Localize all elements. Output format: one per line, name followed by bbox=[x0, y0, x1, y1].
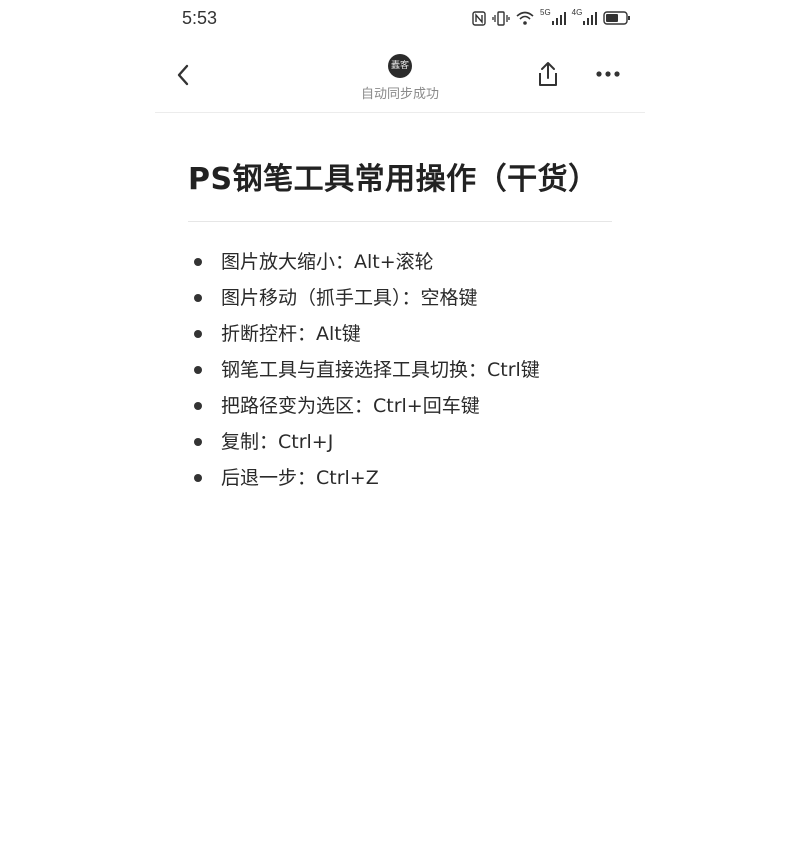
list-item[interactable]: 图片移动（抓手工具）：空格键 bbox=[188, 280, 628, 316]
list-item[interactable]: 把路径变为选区：Ctrl+回车键 bbox=[188, 388, 628, 424]
bullet-icon bbox=[194, 474, 202, 482]
note-bullet-list: 图片放大缩小：Alt+滚轮 图片移动（抓手工具）：空格键 折断控杆：Alt键 钢… bbox=[188, 244, 628, 496]
status-time: 5:53 bbox=[182, 8, 218, 28]
more-button[interactable] bbox=[594, 62, 622, 86]
list-item-text: 后退一步：Ctrl+Z bbox=[221, 467, 379, 489]
list-item-text: 复制：Ctrl+J bbox=[221, 431, 334, 453]
status-icons: 5G 4G bbox=[472, 7, 631, 27]
avatar: 蠹客 bbox=[388, 54, 412, 78]
network-type-1: 5G bbox=[540, 7, 551, 17]
more-icon bbox=[596, 71, 620, 77]
share-button[interactable] bbox=[534, 58, 562, 90]
sync-status: 自动同步成功 bbox=[360, 87, 439, 102]
list-item[interactable]: 复制：Ctrl+J bbox=[188, 424, 628, 460]
list-item-text: 钢笔工具与直接选择工具切换：Ctrl键 bbox=[221, 359, 540, 381]
bullet-icon bbox=[194, 402, 202, 410]
list-item-text: 图片移动（抓手工具）：空格键 bbox=[221, 287, 478, 309]
list-item[interactable]: 折断控杆：Alt键 bbox=[188, 316, 628, 352]
network-type-2: 4G bbox=[571, 7, 583, 17]
chevron-left-icon bbox=[177, 64, 189, 86]
bullet-icon bbox=[194, 438, 202, 446]
nfc-icon bbox=[472, 10, 486, 26]
list-item-text: 把路径变为选区：Ctrl+回车键 bbox=[221, 395, 480, 417]
vibrate-icon bbox=[492, 10, 510, 26]
list-item-text: 图片放大缩小：Alt+滚轮 bbox=[221, 251, 434, 273]
signal-icon bbox=[583, 11, 598, 25]
note-title[interactable]: PS钢笔工具常用操作（干货） bbox=[188, 154, 628, 198]
battery-icon bbox=[603, 11, 631, 25]
back-button[interactable] bbox=[168, 60, 198, 90]
bullet-icon bbox=[194, 366, 202, 374]
header-divider bbox=[155, 112, 645, 113]
signal-icon bbox=[551, 11, 566, 25]
list-item[interactable]: 后退一步：Ctrl+Z bbox=[188, 460, 628, 496]
bullet-icon bbox=[194, 294, 202, 302]
status-bar: 5:53 5G 4G bbox=[0, 0, 800, 40]
list-item[interactable]: 图片放大缩小：Alt+滚轮 bbox=[188, 244, 628, 280]
top-bar: 蠹客 自动同步成功 bbox=[0, 40, 800, 112]
bullet-icon bbox=[194, 330, 202, 338]
bullet-icon bbox=[194, 258, 202, 266]
list-item[interactable]: 钢笔工具与直接选择工具切换：Ctrl键 bbox=[188, 352, 628, 388]
sync-header: 蠹客 自动同步成功 bbox=[340, 54, 460, 104]
list-item-text: 折断控杆：Alt键 bbox=[221, 323, 361, 345]
wifi-icon bbox=[516, 11, 534, 26]
share-icon bbox=[539, 62, 557, 86]
title-divider bbox=[188, 221, 612, 222]
